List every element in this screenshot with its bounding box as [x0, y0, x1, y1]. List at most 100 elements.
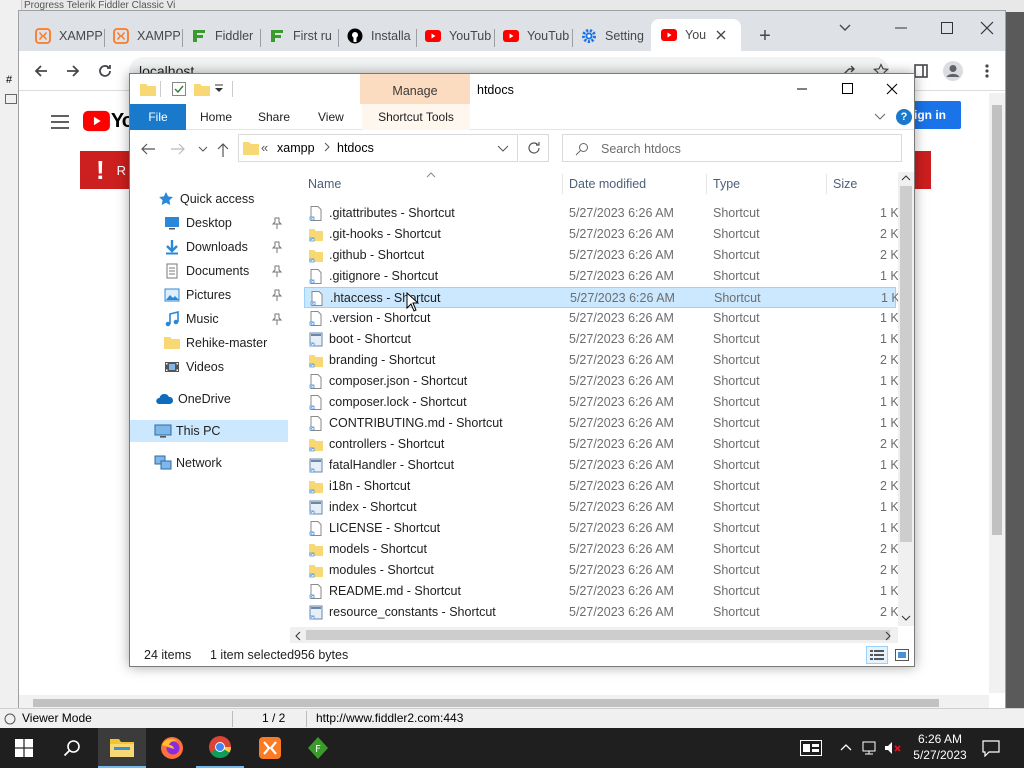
pin-icon[interactable]	[272, 265, 282, 277]
file-row[interactable]: .version - Shortcut 5/27/2023 6:26 AM Shor…	[304, 308, 906, 329]
show-hidden-icons-chevron[interactable]	[840, 742, 852, 752]
volume-muted-tray-icon[interactable]	[884, 740, 902, 756]
nav-item-pictures[interactable]: Pictures	[130, 284, 288, 306]
nav-item-videos[interactable]: Videos	[130, 356, 288, 378]
column-divider[interactable]	[562, 174, 563, 194]
file-row[interactable]: models - Shortcut 5/27/2023 6:26 AM Shortc…	[304, 539, 906, 560]
file-list-scroll-thumb[interactable]	[900, 186, 912, 542]
nav-item-quick-access[interactable]: Quick access	[130, 188, 288, 210]
column-header-name[interactable]: Name	[308, 170, 341, 198]
browser-tab[interactable]: Fiddler	[183, 23, 259, 49]
browser-tab[interactable]: First ru	[261, 23, 337, 49]
nav-item-onedrive[interactable]: OneDrive	[130, 388, 288, 410]
file-row[interactable]: .github - Shortcut 5/27/2023 6:26 AM Short…	[304, 245, 906, 266]
new-tab-button[interactable]: +	[753, 25, 777, 49]
refresh-button[interactable]	[519, 134, 549, 162]
pin-icon[interactable]	[272, 241, 282, 253]
ribbon-tab-file[interactable]: File	[130, 104, 186, 130]
nav-item-this-pc[interactable]: This PC	[130, 420, 288, 442]
breadcrumb-bar[interactable]: « xampp htdocs	[238, 134, 518, 162]
ribbon-tab-view[interactable]: View	[308, 104, 354, 130]
explorer-minimize-button[interactable]	[780, 76, 824, 102]
file-row[interactable]: README.md - Shortcut 5/27/2023 6:26 AM Sho…	[304, 581, 906, 602]
profile-avatar[interactable]	[939, 57, 967, 85]
help-icon[interactable]: ?	[896, 109, 912, 125]
file-row[interactable]: LICENSE - Shortcut 5/27/2023 6:26 AM Short…	[304, 518, 906, 539]
taskbar-chrome[interactable]	[196, 728, 244, 768]
breadcrumb-overflow[interactable]: «	[261, 140, 268, 155]
task-view-tray-icon[interactable]	[800, 740, 822, 756]
notifications-icon[interactable]	[982, 739, 1000, 757]
breadcrumb-xampp[interactable]: xampp	[277, 141, 315, 155]
scroll-left-arrow-icon[interactable]	[294, 631, 302, 641]
network-tray-icon[interactable]	[862, 740, 880, 756]
page-scroll-thumb[interactable]	[992, 105, 1002, 535]
column-divider[interactable]	[706, 174, 707, 194]
column-header-type[interactable]: Type	[713, 170, 740, 198]
file-row[interactable]: resource_constants - Shortcut 5/27/2023 6…	[304, 602, 906, 623]
pin-icon[interactable]	[272, 313, 282, 325]
new-folder-icon[interactable]	[194, 82, 210, 96]
browser-tab[interactable]: XAMPP	[105, 23, 181, 49]
browser-tab[interactable]: You	[651, 19, 741, 51]
column-header-size[interactable]: Size	[833, 170, 857, 198]
file-row[interactable]: composer.json - Shortcut 5/27/2023 6:26 A…	[304, 371, 906, 392]
nav-up-icon[interactable]	[216, 142, 230, 158]
file-list-hscroll-thumb[interactable]	[306, 630, 890, 640]
tab-search-icon[interactable]	[837, 19, 857, 39]
taskbar-firefox[interactable]	[148, 728, 196, 768]
nav-item-music[interactable]: Music	[130, 308, 288, 330]
column-header-date[interactable]: Date modified	[569, 170, 646, 198]
back-button[interactable]	[27, 57, 55, 85]
browser-tab[interactable]: Installa	[339, 23, 415, 49]
nav-item-rehike-master[interactable]: Rehike-master	[130, 332, 288, 354]
explorer-maximize-button[interactable]	[825, 76, 869, 102]
nav-item-downloads[interactable]: Downloads	[130, 236, 288, 258]
reload-button[interactable]	[91, 57, 119, 85]
file-row[interactable]: controllers - Shortcut 5/27/2023 6:26 AM S…	[304, 434, 906, 455]
clock[interactable]: 6:26 AM 5/27/2023	[906, 731, 974, 763]
taskbar-search-button[interactable]	[48, 728, 96, 768]
taskbar-xampp[interactable]	[246, 728, 294, 768]
file-list-vertical-scrollbar[interactable]	[898, 172, 914, 626]
chrome-minimize-button[interactable]	[881, 15, 921, 41]
column-divider[interactable]	[826, 174, 827, 194]
file-row[interactable]: .htaccess - Shortcut 5/27/2023 6:26 AM Sho…	[304, 287, 906, 308]
nav-item-network[interactable]: Network	[130, 452, 288, 474]
file-row[interactable]: index - Shortcut 5/27/2023 6:26 AM Shortcu…	[304, 497, 906, 518]
page-hscroll-thumb[interactable]	[33, 699, 939, 707]
recent-locations-icon[interactable]	[198, 146, 208, 154]
ribbon-expand-icon[interactable]	[874, 112, 886, 122]
ribbon-tab-home[interactable]: Home	[190, 104, 242, 130]
forward-button[interactable]	[59, 57, 87, 85]
taskbar-fiddler[interactable]: F	[294, 728, 342, 768]
file-row[interactable]: .git-hooks - Shortcut 5/27/2023 6:26 AM Sh…	[304, 224, 906, 245]
file-row[interactable]: modules - Shortcut 5/27/2023 6:26 AM Short…	[304, 560, 906, 581]
file-row[interactable]: i18n - Shortcut 5/27/2023 6:26 AM Shortcut…	[304, 476, 906, 497]
chrome-maximize-button[interactable]	[927, 15, 967, 41]
browser-tab[interactable]: YouTub	[495, 23, 571, 49]
explorer-close-button[interactable]	[870, 76, 914, 102]
manage-contextual-tab[interactable]: Manage	[360, 74, 470, 104]
search-input[interactable]: Search htdocs	[562, 134, 902, 162]
hamburger-menu-icon[interactable]	[51, 115, 69, 129]
start-button[interactable]	[0, 728, 48, 768]
scroll-down-arrow-icon[interactable]	[901, 614, 911, 622]
chrome-close-button[interactable]	[969, 15, 1005, 41]
breadcrumb-htdocs[interactable]: htdocs	[337, 141, 374, 155]
pin-icon[interactable]	[272, 289, 282, 301]
browser-tab[interactable]: XAMPP	[27, 23, 103, 49]
qat-dropdown-icon[interactable]	[214, 84, 224, 94]
nav-back-icon[interactable]	[140, 142, 156, 156]
scroll-right-arrow-icon[interactable]	[884, 631, 892, 641]
tab-close-icon[interactable]	[716, 30, 726, 40]
file-row[interactable]: CONTRIBUTING.md - Shortcut 5/27/2023 6:26…	[304, 413, 906, 434]
properties-icon[interactable]	[172, 82, 186, 96]
browser-tab[interactable]: YouTub	[417, 23, 493, 49]
file-row[interactable]: boot - Shortcut 5/27/2023 6:26 AM Shortcut…	[304, 329, 906, 350]
browser-tab[interactable]: Setting	[573, 23, 649, 49]
file-row[interactable]: .gitignore - Shortcut 5/27/2023 6:26 AM Sh…	[304, 266, 906, 287]
nav-forward-icon[interactable]	[170, 142, 186, 156]
chrome-menu-icon[interactable]	[973, 57, 1001, 85]
large-icons-view-button[interactable]	[892, 646, 912, 664]
